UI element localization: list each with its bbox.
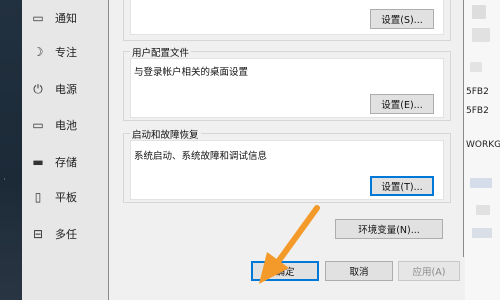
settings-item-label: 电源 — [55, 83, 77, 96]
group-description: 系统启动、系统故障和调试信息 — [134, 151, 268, 162]
multitask-icon: ⊟ — [32, 227, 44, 241]
user-profiles-settings-button[interactable]: 设置(E)... — [370, 94, 434, 114]
tablet-icon: ▯ — [34, 190, 42, 204]
battery-icon: ▭ — [32, 118, 44, 132]
desktop-mark: · — [3, 175, 6, 185]
settings-item-label: 电池 — [55, 119, 77, 132]
blurred-content — [470, 62, 482, 72]
environment-variables-button[interactable]: 环境变量(N)... — [335, 219, 443, 239]
settings-item-focus[interactable]: ☽ 专注 — [30, 42, 110, 62]
group-description: 与登录帐户相关的桌面设置 — [134, 67, 249, 78]
settings-item-power[interactable]: ⏻ 电源 — [30, 79, 110, 99]
storage-icon: ▬ — [32, 155, 44, 169]
blurred-content — [470, 178, 492, 188]
settings-item-label: 通知 — [55, 12, 77, 25]
performance-group: 设置(S)... — [123, 0, 451, 41]
blurred-content — [472, 5, 486, 19]
dialog-button-bar: 确定 取消 应用(A) — [109, 257, 465, 300]
apply-button[interactable]: 应用(A) — [398, 261, 460, 281]
ok-button[interactable]: 确定 — [251, 261, 319, 281]
power-icon: ⏻ — [33, 81, 43, 96]
settings-item-notifications[interactable]: ▭ 通知 — [30, 8, 110, 28]
message-icon: ▭ — [32, 11, 44, 25]
moon-icon: ☽ — [32, 45, 44, 59]
user-profiles-group: 用户配置文件 与登录帐户相关的桌面设置 设置(E)... — [123, 45, 451, 121]
group-title: 启动和故障恢复 — [130, 127, 201, 141]
system-info-value: 5FB2 — [466, 106, 489, 116]
blurred-content — [472, 228, 492, 238]
settings-item-label: 平板 — [55, 191, 77, 204]
startup-recovery-settings-button[interactable]: 设置(T)... — [370, 176, 434, 196]
system-properties-dialog: 设置(S)... 用户配置文件 与登录帐户相关的桌面设置 设置(E)... 启动… — [108, 0, 465, 300]
system-info-value: WORKG — [466, 140, 500, 150]
settings-item-label: 多任 — [55, 228, 77, 241]
settings-item-battery[interactable]: ▭ 电池 — [30, 115, 110, 135]
desktop-background: · — [0, 0, 22, 300]
settings-window: ▭ 通知 ☽ 专注 ⏻ 电源 ▭ 电池 ▬ 存储 ▯ 平板 ⊟ 多任 — [22, 0, 110, 300]
settings-item-tablet[interactable]: ▯ 平板 — [30, 187, 110, 207]
startup-recovery-group: 启动和故障恢复 系统启动、系统故障和调试信息 设置(T)... — [123, 127, 451, 203]
performance-settings-button[interactable]: 设置(S)... — [370, 9, 434, 29]
settings-item-label: 专注 — [55, 46, 77, 59]
blurred-content — [476, 205, 490, 215]
blurred-content — [472, 28, 490, 42]
settings-item-multitask[interactable]: ⊟ 多任 — [30, 224, 110, 244]
settings-item-label: 存储 — [55, 156, 77, 169]
group-title: 用户配置文件 — [130, 45, 192, 59]
cancel-button[interactable]: 取消 — [325, 261, 393, 281]
system-info-value: 5FB2 — [466, 87, 489, 97]
settings-item-storage[interactable]: ▬ 存储 — [30, 152, 110, 172]
system-info-panel: 5FB2 5FB2 WORKG — [462, 0, 500, 300]
